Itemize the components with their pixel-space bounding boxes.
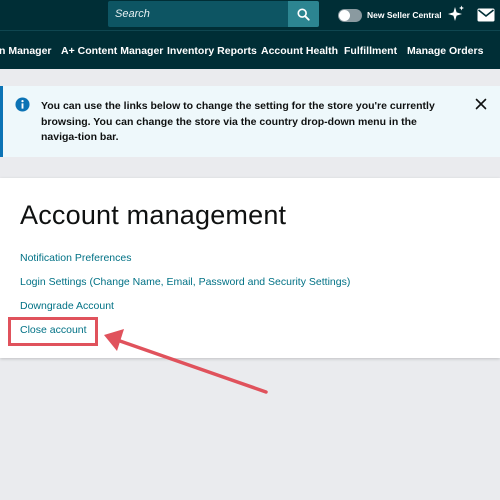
login-settings-link[interactable]: Login Settings (Change Name, Email, Pass…: [20, 276, 350, 288]
search-button[interactable]: [288, 1, 319, 27]
toggle-label: New Seller Central: [367, 10, 442, 20]
info-message: You can use the links below to change th…: [41, 100, 435, 143]
sparkle-icon[interactable]: [447, 5, 465, 23]
page-title: Account management: [20, 200, 287, 230]
nav-item-account-health[interactable]: Account Health: [261, 31, 338, 69]
search-icon: [297, 7, 310, 21]
nav-item-manager[interactable]: n Manager: [0, 31, 52, 69]
mail-icon[interactable]: [477, 7, 495, 23]
info-banner: You can use the links below to change th…: [0, 86, 500, 157]
nav-item-a-plus-content-manager[interactable]: A+ Content Manager: [61, 31, 163, 69]
notification-preferences-link[interactable]: Notification Preferences: [20, 252, 131, 264]
downgrade-account-link[interactable]: Downgrade Account: [20, 300, 114, 312]
toggle-knob: [339, 10, 350, 21]
close-icon[interactable]: [474, 97, 488, 111]
main-nav: n Manager A+ Content Manager Inventory R…: [0, 30, 500, 69]
close-account-link[interactable]: Close account: [20, 324, 87, 336]
nav-item-fulfillment[interactable]: Fulfillment: [344, 31, 397, 69]
new-seller-central-toggle[interactable]: [338, 9, 362, 22]
search-input[interactable]: [108, 1, 288, 27]
info-icon: [15, 97, 30, 112]
top-header: New Seller Central: [0, 0, 500, 30]
nav-item-manage-orders[interactable]: Manage Orders: [407, 31, 483, 69]
nav-item-inventory-reports[interactable]: Inventory Reports: [167, 31, 257, 69]
account-management-card: Account management Notification Preferen…: [0, 178, 500, 358]
